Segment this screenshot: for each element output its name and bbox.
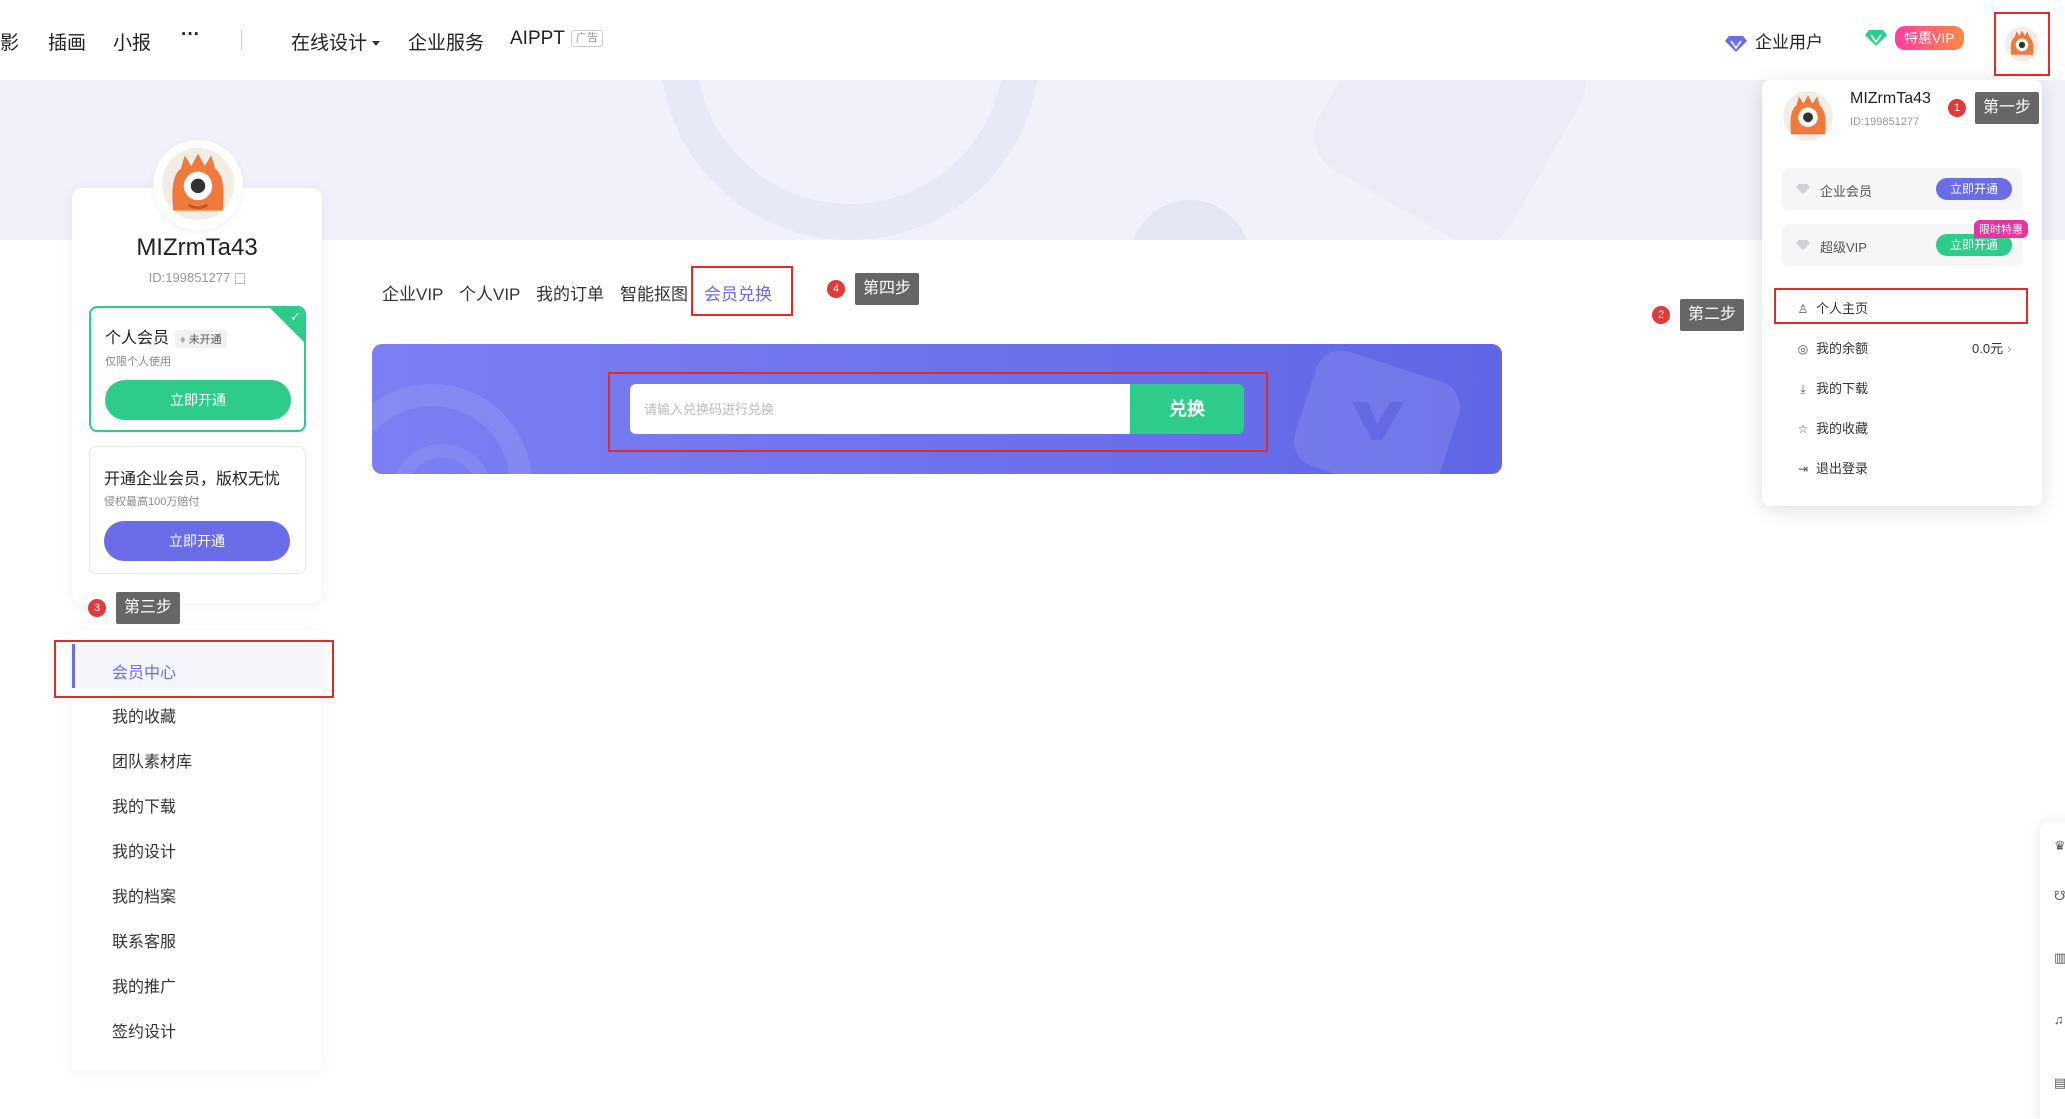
- v-logo-icon: [1352, 402, 1404, 440]
- ad-tag: 广告: [570, 30, 603, 48]
- nav-item-illustration[interactable]: 插画: [48, 28, 86, 55]
- enterprise-member-card: 开通企业会员，版权无忧 侵权最高100万赔付 立即开通: [89, 446, 306, 574]
- personal-open-button[interactable]: 立即开通: [105, 380, 291, 420]
- copy-icon[interactable]: [235, 273, 246, 285]
- banner-decoration: [660, 80, 1040, 240]
- status-badge-text: 未开通: [188, 333, 222, 346]
- dropdown-item-balance[interactable]: ◎ 我的余额: [1796, 338, 1868, 357]
- star-icon: ☆: [1797, 422, 1809, 436]
- personal-member-title-text: 个人会员: [105, 330, 170, 347]
- sidebar-item-promotion[interactable]: 我的推广: [112, 973, 176, 997]
- tab-my-orders[interactable]: 我的订单: [536, 280, 604, 305]
- step-marker-3: 3: [88, 599, 106, 617]
- vip-offer-link[interactable]: 特惠VIP: [1865, 26, 1964, 50]
- personal-member-title: 个人会员 ♦ 未开通: [105, 324, 227, 348]
- step-marker-1: 1: [1948, 99, 1966, 117]
- status-badge: ♦ 未开通: [175, 329, 227, 348]
- enterprise-user-link[interactable]: 企业用户: [1725, 28, 1823, 53]
- dropdown-user-id: ID:199851277: [1850, 116, 1920, 128]
- more-icon[interactable]: ···: [181, 24, 200, 46]
- document-icon[interactable]: ▤: [2054, 1075, 2065, 1091]
- sidebar-item-favorites[interactable]: 我的收藏: [112, 703, 176, 727]
- banner-decoration: [1299, 80, 1601, 240]
- limited-offer-badge: 限时特惠: [1974, 220, 2028, 238]
- sidebar-item-support[interactable]: 联系客服: [112, 928, 176, 952]
- check-icon: ✓: [290, 309, 301, 324]
- vip-badge: 特惠VIP: [1895, 26, 1964, 50]
- enterprise-open-button[interactable]: 立即开通: [104, 521, 290, 561]
- enterprise-user-label: 企业用户: [1755, 33, 1823, 52]
- dropdown-super-vip-label: 超级VIP: [1820, 240, 1867, 255]
- profile-avatar: [161, 147, 235, 221]
- step-tip-1: 第一步: [1975, 92, 2040, 124]
- tab-enterprise-vip[interactable]: 企业VIP: [382, 280, 443, 305]
- nav-item-aippt[interactable]: AIPPT 广告: [510, 28, 603, 50]
- personal-member-card: ✓ 个人会员 ♦ 未开通 仅限个人使用 立即开通: [89, 306, 306, 432]
- nav-item-enterprise-service[interactable]: 企业服务: [408, 28, 484, 55]
- nav-item-aippt-label: AIPPT: [510, 28, 565, 49]
- logout-icon: ⇥: [1797, 462, 1809, 476]
- download-icon: ⤓: [1800, 382, 1806, 396]
- gift-icon[interactable]: ☋: [2054, 888, 2065, 904]
- top-nav: 影 插画 小报 ··· 在线设计 企业服务 AIPPT 广告 企业用户 特惠VIP: [0, 0, 2065, 80]
- profile-id-text: ID:199851277: [148, 270, 231, 285]
- diamond-icon: [1796, 184, 1810, 194]
- diamond-icon: ♦: [180, 333, 189, 346]
- chevron-right-icon: ›: [2007, 341, 2012, 356]
- dropdown-item-downloads-label: 我的下载: [1816, 381, 1869, 396]
- tab-smart-cutout[interactable]: 智能抠图: [620, 280, 688, 305]
- dropdown-enterprise-open-button[interactable]: 立即开通: [1936, 178, 2012, 200]
- sidebar-item-downloads[interactable]: 我的下载: [112, 793, 176, 817]
- dropdown-balance-value[interactable]: 0.0元 ›: [1972, 338, 2011, 357]
- dropdown-item-favorites-label: 我的收藏: [1816, 421, 1869, 436]
- annotation-box-redeem-tab: [691, 266, 793, 316]
- step-tip-3: 第三步: [116, 592, 181, 624]
- personal-member-sub: 仅限个人使用: [105, 356, 171, 368]
- profile-id: ID:199851277: [72, 270, 322, 285]
- dropdown-item-logout-label: 退出登录: [1816, 461, 1869, 476]
- step-marker-4: 4: [827, 280, 845, 298]
- enterprise-member-sub: 侵权最高100万赔付: [104, 496, 200, 508]
- nav-item-online-design-label: 在线设计: [291, 33, 368, 54]
- nav-item-photo[interactable]: 影: [0, 28, 19, 55]
- annotation-box-member-center: [54, 640, 334, 698]
- avatar-icon: [2004, 26, 2040, 62]
- dropdown-item-downloads[interactable]: ⤓ 我的下载: [1796, 378, 1868, 397]
- sidebar-item-designs[interactable]: 我的设计: [112, 838, 176, 862]
- dropdown-item-balance-label: 我的余额: [1816, 341, 1869, 356]
- annotation-box-homepage: [1774, 288, 2028, 324]
- dropdown-enterprise-label: 企业会员: [1820, 184, 1873, 199]
- step-tip-4: 第四步: [855, 273, 920, 305]
- banner-decoration: [1130, 200, 1250, 240]
- dropdown-username: MIZrmTa43: [1850, 90, 1931, 107]
- diamond-icon: [1796, 240, 1810, 250]
- diamond-icon: [1725, 35, 1747, 52]
- enterprise-member-title: 开通企业会员，版权无忧: [104, 471, 281, 488]
- chart-icon[interactable]: ▥: [2054, 950, 2065, 966]
- step-tip-2: 第二步: [1680, 299, 1745, 331]
- annotation-box-redeem-input: [608, 372, 1268, 452]
- user-avatar-button[interactable]: [1994, 12, 2050, 76]
- crown-icon[interactable]: ♛: [2054, 838, 2065, 854]
- nav-divider: [241, 30, 242, 50]
- chevron-down-icon: [372, 41, 381, 47]
- nav-item-online-design[interactable]: 在线设计: [291, 28, 381, 55]
- profile-name: MIZrmTa43: [136, 234, 258, 261]
- diamond-green-icon: [1865, 30, 1887, 46]
- coin-icon: ◎: [1797, 342, 1809, 356]
- sidebar-item-signed-design[interactable]: 签约设计: [112, 1018, 176, 1042]
- nav-item-newspaper[interactable]: 小报: [113, 28, 151, 55]
- balance-amount: 0.0元: [1972, 341, 2004, 356]
- sidebar-item-team-library[interactable]: 团队素材库: [112, 748, 192, 772]
- dropdown-item-favorites[interactable]: ☆ 我的收藏: [1796, 418, 1868, 437]
- dropdown-item-logout[interactable]: ⇥ 退出登录: [1796, 458, 1868, 477]
- sidebar-item-profile[interactable]: 我的档案: [112, 883, 176, 907]
- tab-personal-vip[interactable]: 个人VIP: [459, 280, 520, 305]
- headset-icon[interactable]: ♫: [2054, 1012, 2064, 1027]
- step-marker-2: 2: [1652, 306, 1670, 324]
- dropdown-avatar: [1783, 91, 1833, 141]
